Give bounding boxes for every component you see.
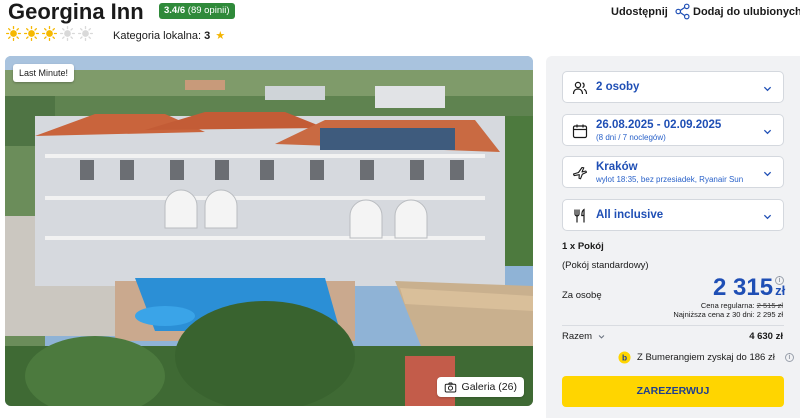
total-label: Razem [562,331,593,342]
share-label: Udostępnij [611,5,668,18]
room-type: (Pokój standardowy) [562,260,649,271]
rating-count: (89 opinii) [187,5,230,16]
sun-icon-empty [60,26,75,41]
sun-icon-filled [24,26,39,41]
price-currency: zł [775,283,786,298]
last-minute-badge: Last Minute! [13,64,75,82]
chevron-down-icon [598,335,605,339]
chevron-down-icon [763,86,772,92]
dates-subtext: (8 dni / 7 noclegów) [596,133,666,142]
sun-rating [6,26,93,41]
gallery-label: Galeria (26) [461,381,517,393]
info-icon[interactable]: i [775,276,784,285]
favorite-label: Dodaj do ulubionych [693,5,800,18]
rating-score: 3.4/6 [164,5,186,16]
dates-select[interactable]: 26.08.2025 - 02.09.2025 (8 dni / 7 nocle… [562,114,784,146]
regular-price-label: Cena regularna: [700,301,755,310]
star-icon: ★ [215,30,226,42]
departure-subtext: wylot 18:35, bez przesiadek, Ryanair Sun [596,175,744,184]
departure-value: Kraków [596,161,638,173]
chevron-down-icon [763,214,772,220]
svg-text:b: b [622,353,627,363]
calendar-icon [572,124,588,139]
regular-price: Cena regularna: 2 515 zł [701,301,783,310]
rating-badge[interactable]: 3.4/6 (89 opinii) [159,3,235,19]
per-person-label: Za osobę [562,290,602,301]
plane-icon [572,166,588,180]
bumerang-bonus: b Z Bumerangiem zyskaj do 186 zł i [618,351,794,364]
board-select[interactable]: All inclusive [562,199,784,231]
cutlery-icon [574,208,585,223]
share-icon [675,3,690,20]
sun-icon-filled [6,26,21,41]
total-toggle[interactable]: Razem [562,331,605,342]
info-icon[interactable]: i [784,353,794,362]
dates-value: 26.08.2025 - 02.09.2025 [596,119,722,131]
board-value: All inclusive [596,209,664,221]
bumerang-logo-icon: b [618,351,631,364]
chevron-down-icon [763,129,772,135]
local-category-value: 3 [204,30,211,42]
hotel-name: Georgina Inn [8,0,144,24]
sun-icon-filled [42,26,57,41]
local-category-label: Kategoria lokalna: [113,30,202,42]
hotel-header: Georgina Inn 3.4/6 (89 opinii) Kategoria… [0,0,800,50]
persons-select[interactable]: 2 osoby [562,71,784,103]
share-button[interactable]: Udostępnij [611,3,691,20]
gallery-button[interactable]: Galeria (26) [436,377,524,397]
room-count: 1 x Pokój [562,241,604,252]
persons-icon [572,81,588,95]
camera-icon [444,382,456,392]
total-value: 4 630 zł [749,331,783,342]
hotel-photo[interactable]: Last Minute! Galeria (26) [5,56,533,406]
regular-price-value: 2 515 zł [756,301,783,310]
price-value: 2 315 [713,274,774,301]
divider [562,325,784,326]
persons-value: 2 osoby [596,81,640,93]
book-button[interactable]: ZAREZERWUJ [562,376,784,407]
sun-icon-empty [78,26,93,41]
chevron-down-icon [763,171,772,177]
bonus-text: Z Bumerangiem zyskaj do 186 zł [637,352,775,363]
favorite-button[interactable]: Dodaj do ulubionych [693,3,800,20]
departure-select[interactable]: Kraków wylot 18:35, bez przesiadek, Ryan… [562,156,784,188]
hotel-image [5,56,533,406]
local-category: Kategoria lokalna: 3 ★ [113,29,225,42]
lowest-price: Najniższa cena z 30 dni: 2 295 zł [673,310,783,319]
